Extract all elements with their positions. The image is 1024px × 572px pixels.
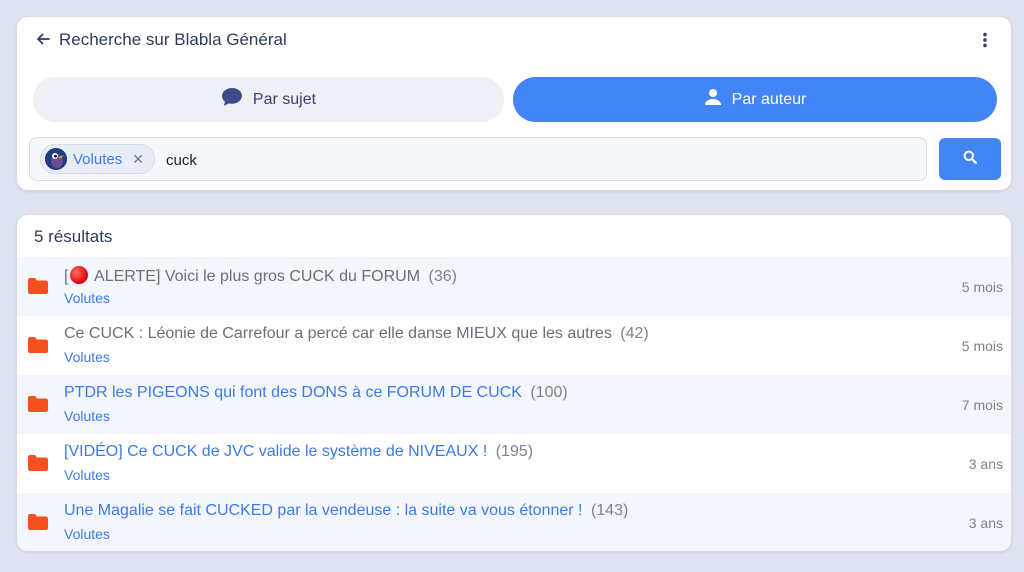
search-field[interactable]: Volutes ✕ bbox=[29, 137, 927, 181]
topic-author[interactable]: Volutes bbox=[64, 526, 110, 542]
folder-icon bbox=[27, 336, 49, 354]
topic-title[interactable]: [VIDÉO] Ce CUCK de JVC valide le système… bbox=[64, 443, 533, 461]
topic-author[interactable]: Volutes bbox=[64, 467, 110, 483]
topic-title-text: [ ALERTE] Voici le plus gros CUCK du FOR… bbox=[64, 266, 421, 285]
topic-title[interactable]: Une Magalie se fait CUCKED par la vendeu… bbox=[64, 502, 628, 520]
results-count: 5 résultats bbox=[34, 227, 113, 246]
search-by-subject-label: Par sujet bbox=[252, 90, 317, 108]
search-by-subject-button[interactable]: Par sujet bbox=[33, 77, 504, 122]
arrow-left-icon[interactable] bbox=[33, 29, 53, 49]
topic-reply-count: (143) bbox=[590, 502, 629, 519]
close-icon[interactable]: ✕ bbox=[132, 151, 144, 168]
topic-age: 3 ans bbox=[968, 456, 1003, 472]
author-filter-chip[interactable]: Volutes ✕ bbox=[40, 144, 155, 174]
results-list: [ ALERTE] Voici le plus gros CUCK du FOR… bbox=[17, 257, 1011, 551]
search-mode-toggle: Par sujet Par auteur bbox=[33, 77, 997, 122]
person-icon bbox=[704, 88, 722, 111]
folder-icon bbox=[27, 277, 49, 295]
topic-age: 3 ans bbox=[968, 515, 1003, 531]
topic-title[interactable]: [ ALERTE] Voici le plus gros CUCK du FOR… bbox=[64, 266, 457, 286]
topic-reply-count: (42) bbox=[620, 325, 649, 342]
red-circle-icon bbox=[70, 266, 89, 284]
topic-title-text: [VIDÉO] Ce CUCK de JVC valide le système… bbox=[64, 443, 488, 460]
search-by-author-button[interactable]: Par auteur bbox=[513, 77, 997, 122]
search-submit-button[interactable] bbox=[939, 138, 1001, 180]
topic-title-text: Une Magalie se fait CUCKED par la vendeu… bbox=[64, 502, 583, 519]
topic-row[interactable]: PTDR les PIGEONS qui font des DONS à ce … bbox=[17, 375, 1011, 434]
topic-title-text: Ce CUCK : Léonie de Carrefour a percé ca… bbox=[64, 325, 612, 342]
more-vertical-icon[interactable] bbox=[977, 30, 993, 50]
topic-row[interactable]: Une Magalie se fait CUCKED par la vendeu… bbox=[17, 493, 1011, 551]
topic-reply-count: (36) bbox=[428, 268, 457, 285]
topic-age: 7 mois bbox=[961, 397, 1003, 413]
topic-author[interactable]: Volutes bbox=[64, 349, 110, 365]
topic-author[interactable]: Volutes bbox=[64, 290, 110, 306]
topic-row[interactable]: [VIDÉO] Ce CUCK de JVC valide le système… bbox=[17, 434, 1011, 493]
search-bar: Volutes ✕ bbox=[29, 137, 1001, 181]
chat-bubble-icon bbox=[221, 87, 243, 112]
topic-author[interactable]: Volutes bbox=[64, 408, 110, 424]
results-panel: 5 résultats [ ALERTE] Voici le plus gros… bbox=[16, 214, 1012, 552]
topic-age: 5 mois bbox=[961, 338, 1003, 354]
folder-icon bbox=[27, 454, 49, 472]
page-title: Recherche sur Blabla Général bbox=[59, 30, 287, 49]
folder-icon bbox=[27, 513, 49, 531]
search-icon bbox=[963, 150, 977, 169]
page-header: Recherche sur Blabla Général bbox=[17, 17, 1011, 63]
topic-title[interactable]: PTDR les PIGEONS qui font des DONS à ce … bbox=[64, 384, 568, 402]
topic-reply-count: (195) bbox=[495, 443, 534, 460]
folder-icon bbox=[27, 395, 49, 413]
search-by-author-label: Par auteur bbox=[731, 90, 807, 108]
search-input[interactable] bbox=[166, 148, 866, 172]
topic-title-text: PTDR les PIGEONS qui font des DONS à ce … bbox=[64, 384, 522, 401]
topic-row[interactable]: [ ALERTE] Voici le plus gros CUCK du FOR… bbox=[17, 257, 1011, 316]
search-panel: Recherche sur Blabla Général Par sujet P… bbox=[16, 16, 1012, 191]
topic-row[interactable]: Ce CUCK : Léonie de Carrefour a percé ca… bbox=[17, 316, 1011, 375]
topic-age: 5 mois bbox=[961, 279, 1003, 295]
avatar bbox=[45, 148, 67, 170]
topic-reply-count: (100) bbox=[530, 384, 568, 401]
author-chip-label: Volutes bbox=[73, 150, 123, 168]
topic-title[interactable]: Ce CUCK : Léonie de Carrefour a percé ca… bbox=[64, 325, 649, 343]
